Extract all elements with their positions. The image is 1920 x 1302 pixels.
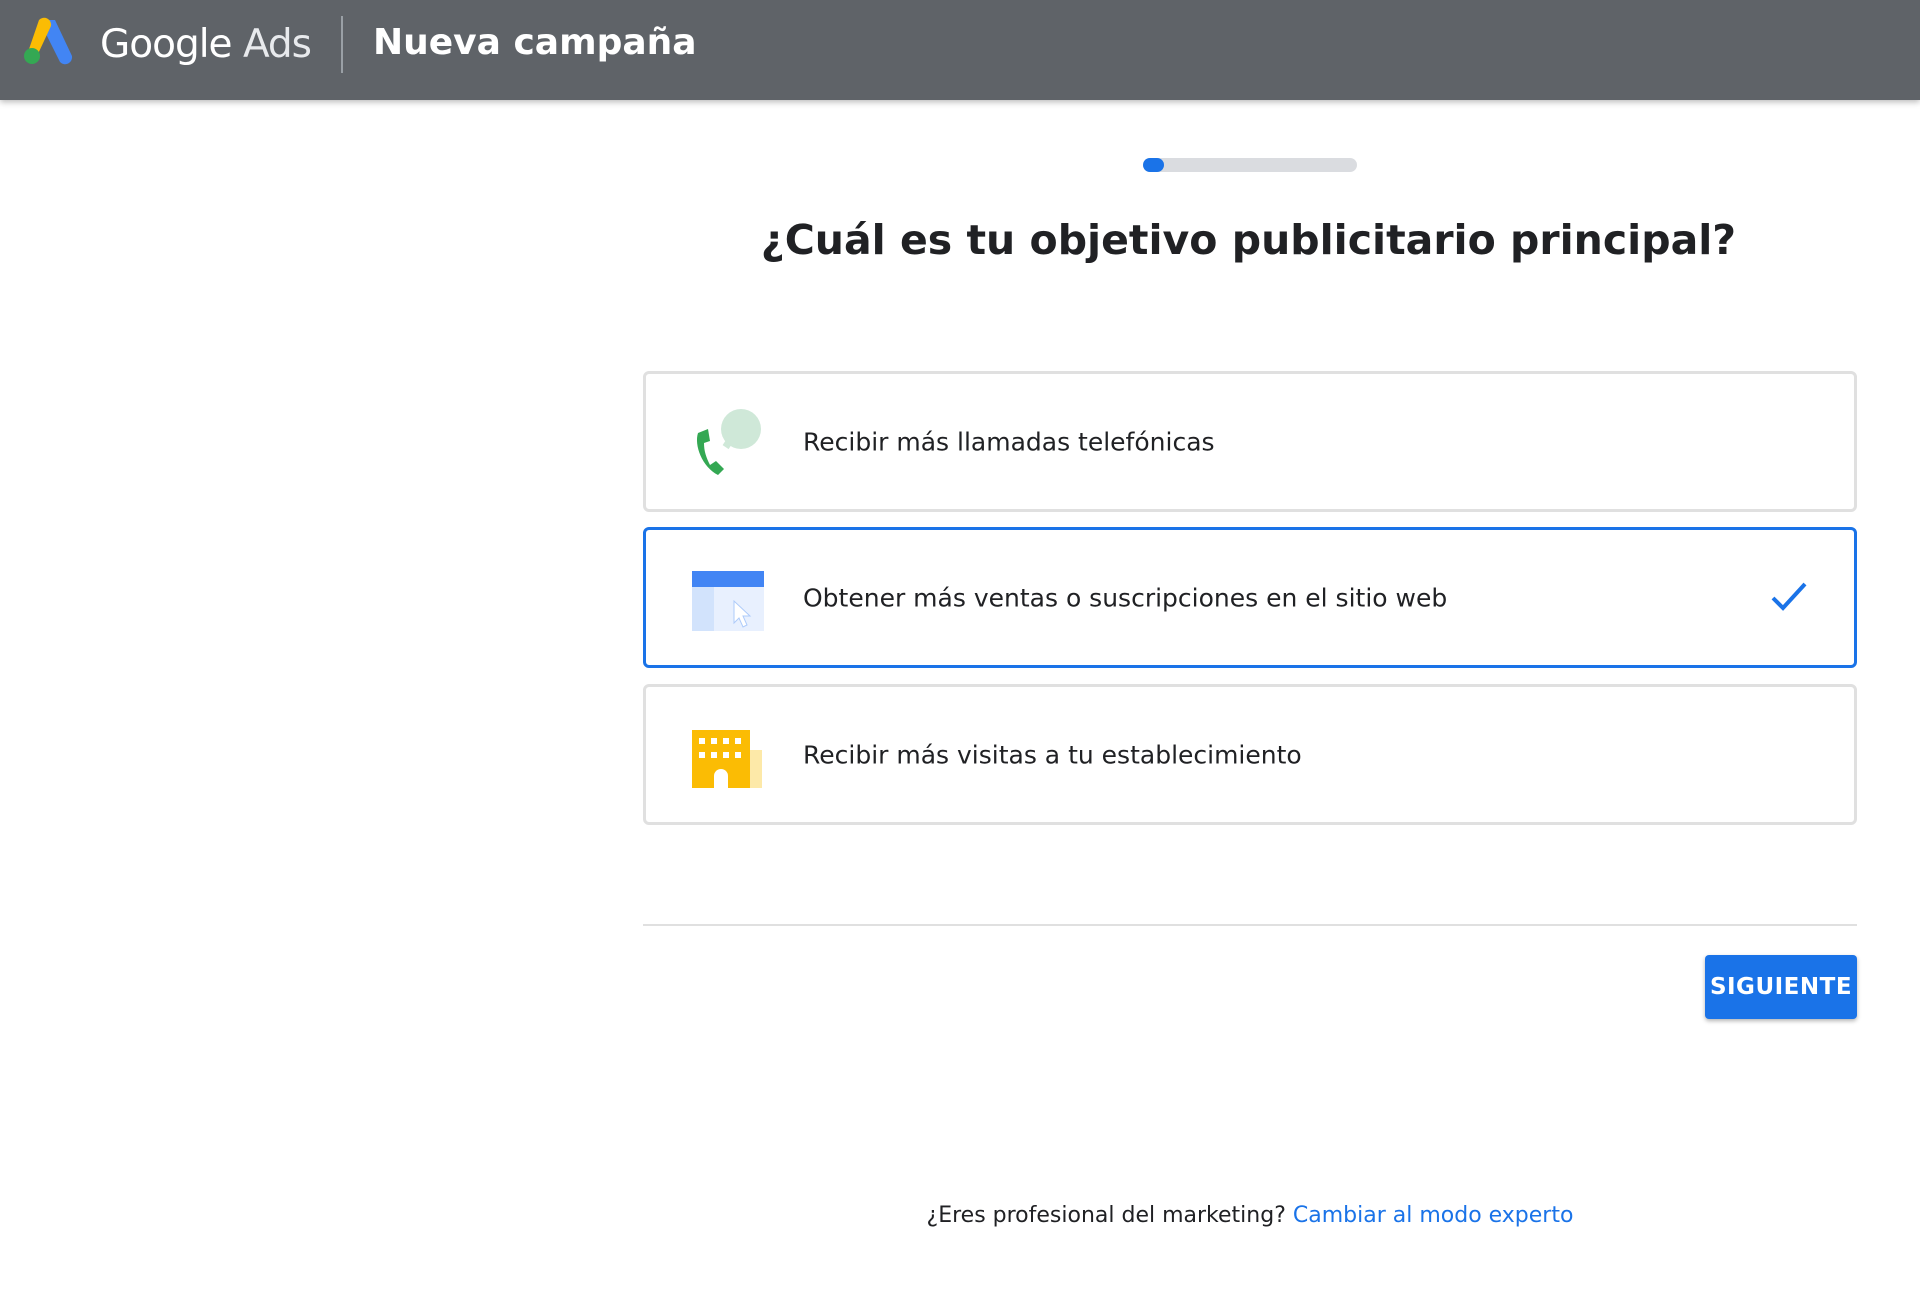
goal-option-store-visits[interactable]: Recibir más visitas a tu establecimiento bbox=[643, 684, 1857, 825]
top-app-bar: Google Ads Nueva campaña bbox=[0, 0, 1920, 100]
goal-option-phone-calls[interactable]: Recibir más llamadas telefónicas bbox=[643, 371, 1857, 512]
option-label: Obtener más ventas o suscripciones en el… bbox=[803, 583, 1448, 612]
next-button[interactable]: SIGUIENTE bbox=[1705, 955, 1857, 1019]
google-ads-logo-icon[interactable] bbox=[20, 16, 76, 66]
footer-divider bbox=[643, 924, 1857, 926]
page-title: Nueva campaña bbox=[373, 22, 697, 63]
option-label: Recibir más visitas a tu establecimiento bbox=[803, 740, 1302, 769]
option-label: Recibir más llamadas telefónicas bbox=[803, 427, 1215, 456]
switch-to-expert-mode-link[interactable]: Cambiar al modo experto bbox=[1293, 1203, 1574, 1228]
logo-ads-text: Ads bbox=[242, 22, 312, 67]
google-ads-wordmark: Google Ads bbox=[100, 22, 312, 67]
website-click-icon bbox=[692, 571, 764, 631]
storefront-icon bbox=[692, 730, 762, 788]
logo-google-text: Google bbox=[100, 22, 233, 67]
goal-option-website-sales[interactable]: Obtener más ventas o suscripciones en el… bbox=[643, 527, 1857, 668]
expert-mode-prompt: ¿Eres profesional del marketing? Cambiar… bbox=[643, 1203, 1857, 1228]
header-divider bbox=[341, 16, 343, 73]
progress-bar-fill bbox=[1143, 158, 1165, 172]
goal-question-heading: ¿Cuál es tu objetivo publicitario princi… bbox=[760, 216, 1737, 264]
progress-bar bbox=[1143, 158, 1357, 172]
checkmark-icon bbox=[1771, 582, 1807, 611]
expert-mode-question: ¿Eres profesional del marketing? bbox=[926, 1203, 1286, 1228]
phone-call-icon bbox=[696, 409, 761, 475]
